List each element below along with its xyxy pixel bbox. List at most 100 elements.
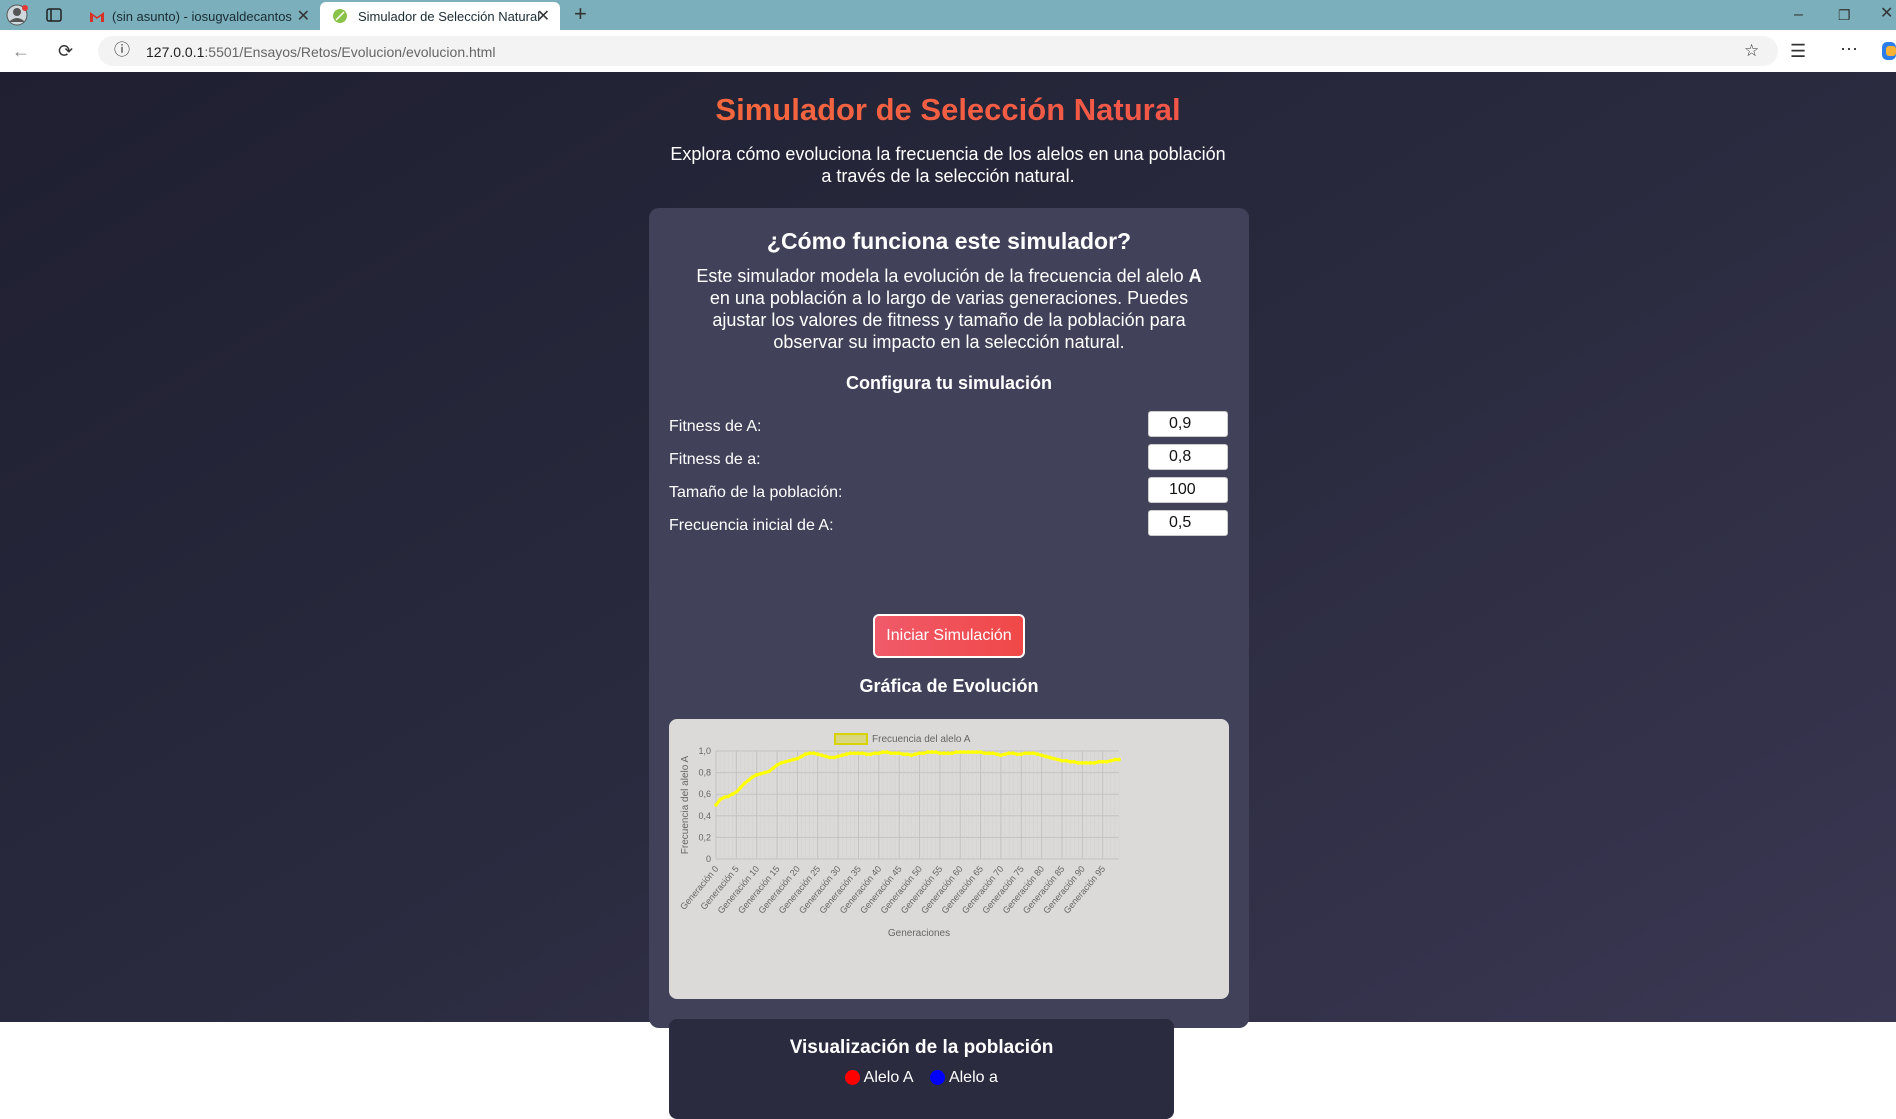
data-point — [942, 751, 946, 755]
simulator-card: ¿Cómo funciona este simulador? Este simu… — [649, 208, 1249, 1119]
description-text: Este simulador modela la evolución de la… — [696, 266, 1189, 286]
page-title: Simulador de Selección Natural — [0, 92, 1896, 128]
chart-title: Gráfica de Evolución — [859, 676, 1039, 696]
tab-simulador[interactable]: Simulador de Selección Natural ✕ — [320, 2, 560, 30]
data-point — [840, 753, 844, 758]
y-tick-label: 0,8 — [698, 768, 711, 778]
data-point — [746, 778, 751, 782]
new-tab-icon[interactable]: + — [574, 3, 587, 25]
data-point — [1088, 761, 1093, 765]
description-line-1: Este simulador modela la evolución de la… — [649, 266, 1249, 287]
data-point — [1056, 757, 1060, 762]
favorites-icon[interactable]: ☰ — [1790, 42, 1806, 60]
url-host: 127.0.0.1 — [146, 44, 205, 60]
data-point — [722, 795, 726, 800]
reload-icon[interactable]: ⟳ — [58, 42, 73, 60]
y-tick-label: 0 — [706, 854, 711, 864]
population-size-label: Tamaño de la población: — [669, 484, 843, 501]
start-simulation-button[interactable]: Iniciar Simulación — [873, 614, 1025, 658]
tab-title: Simulador de Selección Natural — [358, 8, 541, 24]
data-point — [909, 753, 914, 758]
subtitle-line-1: Explora cómo evoluciona la frecuencia de… — [670, 144, 1226, 164]
initial-frequency-label: Frecuencia inicial de A: — [669, 517, 834, 534]
fitness-a-label: Fitness de a: — [669, 451, 761, 468]
fitness-A-input[interactable]: 0,9 — [1148, 411, 1228, 437]
description-line-2: en una población a lo largo de varias ge… — [709, 288, 1189, 308]
data-point — [885, 750, 889, 754]
population-title: Visualización de la población — [789, 1037, 1054, 1058]
star-icon[interactable]: ☆ — [1744, 42, 1759, 60]
data-point — [763, 770, 767, 775]
data-point — [1117, 757, 1121, 762]
back-icon[interactable]: ← — [12, 42, 30, 60]
data-point — [1007, 751, 1011, 755]
description-line-3: ajustar los valores de fitness y tamaño … — [712, 310, 1186, 330]
data-point — [1084, 761, 1089, 765]
legend-allele-a: Alelo a — [948, 1069, 998, 1086]
data-point — [995, 752, 999, 756]
minimize-icon[interactable]: – — [1794, 6, 1803, 24]
data-point — [974, 750, 979, 754]
data-point — [1027, 751, 1032, 755]
data-point — [962, 750, 967, 754]
allele-a-dot — [930, 1070, 946, 1086]
data-point — [795, 756, 800, 761]
data-point — [820, 753, 824, 758]
close-tab-icon[interactable]: ✕ — [297, 6, 310, 26]
close-tab-icon[interactable]: ✕ — [537, 6, 550, 26]
population-legend: Alelo A Alelo a — [669, 1069, 1174, 1087]
data-point — [954, 750, 958, 754]
data-point — [734, 790, 739, 794]
tab-actions-icon[interactable] — [46, 7, 62, 23]
data-point — [1109, 758, 1113, 763]
data-point — [1080, 761, 1085, 765]
tab-gmail[interactable]: (sin asunto) - iosugvaldecantos@ ✕ — [70, 2, 320, 30]
data-point — [877, 751, 881, 755]
profile-icon[interactable] — [6, 4, 28, 26]
chart-canvas: 00,20,40,60,81,0Generación 0Generación 5… — [678, 733, 1121, 939]
data-point — [1019, 752, 1024, 756]
data-point — [864, 752, 869, 756]
data-point — [799, 754, 804, 759]
data-point — [816, 752, 820, 756]
data-point — [759, 771, 763, 776]
data-point — [1035, 752, 1040, 756]
data-point — [901, 752, 906, 756]
data-point — [881, 750, 885, 754]
url-text: 127.0.0.1:5501/Ensayos/Retos/Evolucion/e… — [146, 44, 495, 60]
data-point — [917, 751, 922, 755]
url-path: :5501/Ensayos/Retos/Evolucion/evolucion.… — [204, 44, 496, 60]
data-point — [714, 803, 718, 807]
data-point — [824, 754, 828, 759]
data-point — [991, 751, 995, 755]
tab-title: (sin asunto) - iosugvaldecantos@ — [112, 8, 292, 24]
data-point — [966, 750, 971, 754]
data-point — [726, 794, 730, 799]
population-size-input[interactable]: 100 — [1148, 477, 1228, 503]
y-tick-label: 1,0 — [698, 746, 711, 756]
data-point — [852, 751, 857, 755]
data-point — [730, 792, 735, 796]
y-axis-label: Frecuencia del alelo A — [680, 755, 691, 854]
data-point — [738, 785, 743, 790]
fitness-a-input[interactable]: 0,8 — [1148, 444, 1228, 470]
close-window-icon[interactable]: ✕ — [1880, 5, 1893, 23]
site-info-icon[interactable]: ⓘ — [114, 42, 130, 60]
data-point — [1100, 760, 1105, 764]
more-icon[interactable]: ⋯ — [1840, 40, 1858, 58]
data-point — [775, 763, 779, 767]
data-point — [828, 755, 832, 760]
address-bar[interactable]: ⓘ 127.0.0.1:5501/Ensayos/Retos/Evolucion… — [98, 36, 1778, 66]
data-point — [893, 751, 897, 755]
initial-frequency-input[interactable]: 0,5 — [1148, 510, 1228, 536]
data-point — [1048, 755, 1052, 760]
data-point — [860, 751, 865, 755]
data-point — [807, 751, 812, 755]
data-point — [1060, 758, 1064, 763]
restore-icon[interactable]: ❐ — [1838, 6, 1851, 24]
data-point — [771, 766, 775, 771]
copilot-icon[interactable] — [1882, 42, 1896, 60]
data-point — [950, 751, 954, 755]
data-point — [982, 751, 987, 755]
data-point — [1043, 754, 1048, 759]
